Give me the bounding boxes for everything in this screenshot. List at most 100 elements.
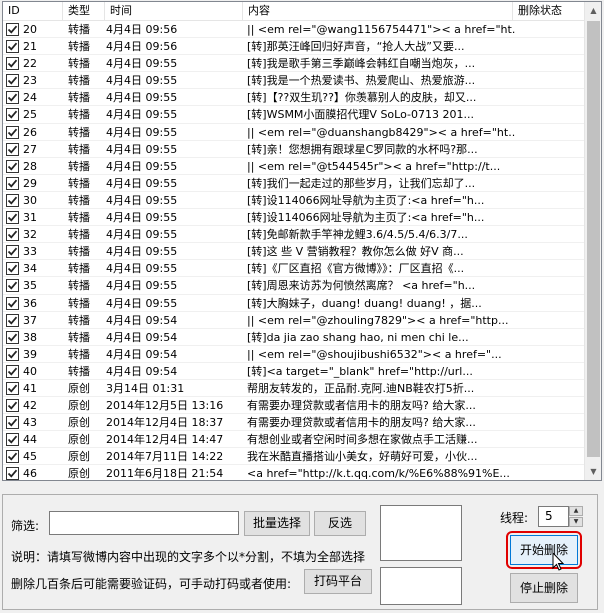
table-row[interactable]: 44 原创 2014年12月4日 14:47 有想创业或者空闲时间多想在家做点手工活赚… xyxy=(3,431,585,449)
table-row[interactable]: 43 原创 2014年12月4日 18:37 有需要办理贷款或者信用卡的朋友吗? 给大… xyxy=(3,414,585,432)
row-checkbox[interactable] xyxy=(6,245,19,259)
row-delete-status xyxy=(513,106,585,123)
table-row[interactable]: 31 转播 4月4日 09:55 [转]设114066网址导航为主页了:<a href… xyxy=(3,209,585,227)
mouse-cursor-icon xyxy=(552,552,565,571)
captcha-platform-button[interactable]: 打码平台 xyxy=(304,569,372,594)
captcha-code-input[interactable] xyxy=(380,567,462,605)
row-checkbox[interactable] xyxy=(6,450,19,464)
row-checkbox[interactable] xyxy=(6,279,19,293)
threads-input[interactable]: 5 xyxy=(538,506,569,527)
row-checkbox[interactable] xyxy=(6,262,19,276)
threads-up-arrow-icon[interactable]: ▲ xyxy=(569,506,583,516)
table-row[interactable]: 38 转播 4月4日 09:54 [转]da jia zao shang hao, n… xyxy=(3,329,585,346)
table-row[interactable]: 20 转播 4月4日 09:56 || <em rel="@wang115675447… xyxy=(3,21,585,39)
table-row[interactable]: 30 转播 4月4日 09:55 [转]设114066网址导航为主页了:<a href… xyxy=(3,192,585,210)
table-row[interactable]: 24 转播 4月4日 09:55 [转]【??双生玑??】你羡慕别人的皮肤，却又... xyxy=(3,89,585,107)
row-delete-status xyxy=(513,397,585,414)
row-checkbox[interactable] xyxy=(6,23,19,36)
table-row[interactable]: 40 转播 4月4日 09:54 [转]<a target="_blank" href… xyxy=(3,363,585,380)
row-content: || <em rel="@wang1156754471">< a href="h… xyxy=(247,23,515,36)
table-row[interactable]: 21 转播 4月4日 09:56 [转]那英汪峰回归好声音，“抢人大战”又要... xyxy=(3,38,585,56)
batch-select-button[interactable]: 批量选择 xyxy=(244,511,310,536)
row-checkbox[interactable] xyxy=(6,74,19,88)
row-type: 原创 xyxy=(68,467,90,481)
start-delete-button[interactable]: 开始删除 xyxy=(510,535,578,565)
row-time: 4月4日 09:55 xyxy=(106,57,178,71)
table-row[interactable]: 42 原创 2014年12月5日 13:16 有需要办理贷款或者信用卡的朋友吗? 给大… xyxy=(3,397,585,415)
table-row[interactable]: 23 转播 4月4日 09:55 [转]我是一个热爱读书、热爱爬山、热爱旅游... xyxy=(3,72,585,90)
row-checkbox[interactable] xyxy=(6,125,19,139)
row-checkbox[interactable] xyxy=(6,467,19,480)
invert-select-button[interactable]: 反选 xyxy=(314,511,366,536)
row-checkbox[interactable] xyxy=(6,416,19,430)
checkmark-icon xyxy=(7,418,18,427)
row-checkbox[interactable] xyxy=(6,176,19,190)
row-content: [转]免邮新款手竿神龙鲤3.6/4.5/5.4/6.3/7... xyxy=(247,228,468,242)
checkmark-icon xyxy=(7,384,18,393)
row-checkbox[interactable] xyxy=(6,399,19,413)
row-delete-status xyxy=(513,380,585,397)
table-row[interactable]: 45 原创 2014年7月11日 14:22 我在米酷直播搭讪小美女，好萌好可爱，小伙… xyxy=(3,448,585,466)
row-time: 4月4日 09:56 xyxy=(106,23,178,36)
row-delete-status xyxy=(513,175,585,192)
row-delete-status xyxy=(513,448,585,465)
table-row[interactable]: 37 转播 4月4日 09:54 || <em rel="@zhouling7829"… xyxy=(3,312,585,329)
table-row[interactable]: 39 转播 4月4日 09:54 || <em rel="@shoujibushi65… xyxy=(3,346,585,363)
table-row[interactable]: 25 转播 4月4日 09:55 [转]WSMM小面膜招代理V SoLo-0713 2… xyxy=(3,106,585,124)
row-checkbox[interactable] xyxy=(6,296,19,310)
row-content: [转]《厂区直招《官方微博》》：厂区直招《... xyxy=(247,262,465,276)
row-checkbox[interactable] xyxy=(6,40,19,54)
row-delete-status xyxy=(513,158,585,175)
scroll-down-arrow-icon[interactable]: ▼ xyxy=(585,463,601,480)
table-row[interactable]: 33 转播 4月4日 09:55 [转]这 些 V 营销教程？教你怎么做 好V 商..… xyxy=(3,243,585,261)
row-checkbox[interactable] xyxy=(6,364,19,378)
weibo-list[interactable]: ID 类型 时间 内容 删除状态 20 转播 4月4日 09:56 || <em re… xyxy=(2,1,602,481)
table-row[interactable]: 27 转播 4月4日 09:55 [转]亲！您想拥有跟球星C罗同款的水杯吗?那... xyxy=(3,141,585,158)
threads-down-arrow-icon[interactable]: ▼ xyxy=(569,517,583,527)
row-checkbox[interactable] xyxy=(6,57,19,71)
col-time-header[interactable]: 时间 xyxy=(105,2,243,21)
scroll-up-arrow-icon[interactable]: ▲ xyxy=(585,2,601,19)
row-content: [转]设114066网址导航为主页了:<a href="h... xyxy=(247,211,485,225)
filter-input[interactable] xyxy=(49,511,239,535)
checkmark-icon xyxy=(7,333,18,342)
table-row[interactable]: 26 转播 4月4日 09:55 || <em rel="@duanshangb842… xyxy=(3,124,585,141)
checkmark-icon xyxy=(7,145,18,154)
row-checkbox[interactable] xyxy=(6,381,19,395)
row-checkbox[interactable] xyxy=(6,347,19,361)
table-row[interactable]: 22 转播 4月4日 09:55 [转]我是歌手第三季巅峰会韩红自嘲当炮灰，... xyxy=(3,55,585,73)
row-checkbox[interactable] xyxy=(6,433,19,447)
table-row[interactable]: 32 转播 4月4日 09:55 [转]免邮新款手竿神龙鲤3.6/4.5/5.4/6.… xyxy=(3,226,585,244)
row-checkbox[interactable] xyxy=(6,159,19,173)
row-checkbox[interactable] xyxy=(6,193,19,207)
row-checkbox[interactable] xyxy=(6,228,19,242)
row-checkbox[interactable] xyxy=(6,91,19,105)
col-content-header[interactable]: 内容 xyxy=(243,2,513,21)
col-id-header[interactable]: ID xyxy=(3,2,63,21)
row-content: || <em rel="@zhouling7829">< a href="htt… xyxy=(247,313,509,327)
stop-delete-button[interactable]: 停止删除 xyxy=(510,573,578,603)
table-row[interactable]: 34 转播 4月4日 09:55 [转]《厂区直招《官方微博》》：厂区直招《... xyxy=(3,260,585,278)
row-checkbox[interactable] xyxy=(6,330,19,344)
row-id: 35 xyxy=(23,279,37,293)
vertical-scrollbar[interactable]: ▲ ▼ xyxy=(584,2,601,480)
table-row[interactable]: 36 转播 4月4日 09:55 [转]大胸妹子，duang! duang! duan… xyxy=(3,295,585,312)
row-checkbox[interactable] xyxy=(6,108,19,122)
row-type: 转播 xyxy=(68,108,90,122)
row-time: 4月4日 09:55 xyxy=(106,228,178,242)
scroll-thumb[interactable] xyxy=(587,21,600,457)
row-type: 转播 xyxy=(68,330,90,344)
checkmark-icon xyxy=(7,367,18,376)
col-delete-status-header[interactable]: 删除状态 xyxy=(513,2,585,21)
row-checkbox[interactable] xyxy=(6,142,19,156)
table-row[interactable]: 29 转播 4月4日 09:55 [转]我们一起走过的那些岁月，让我们忘却了... xyxy=(3,175,585,192)
col-type-header[interactable]: 类型 xyxy=(63,2,105,21)
row-checkbox[interactable] xyxy=(6,211,19,225)
table-row[interactable]: 41 原创 3月14日 01:31 帮朋友转发的，正品耐.克阿.迪NB鞋农打5折... xyxy=(3,380,585,398)
table-row[interactable]: 28 转播 4月4日 09:55 || <em rel="@t544545r">< a… xyxy=(3,158,585,175)
row-type: 转播 xyxy=(68,296,90,310)
checkmark-icon xyxy=(7,299,18,308)
row-checkbox[interactable] xyxy=(6,313,19,327)
table-row[interactable]: 46 原创 2011年6月18日 21:54 <a href="http://k.t.… xyxy=(3,465,585,481)
table-row[interactable]: 35 转播 4月4日 09:55 [转]周恩来访苏为何愤然离席？ <a href="h… xyxy=(3,277,585,295)
